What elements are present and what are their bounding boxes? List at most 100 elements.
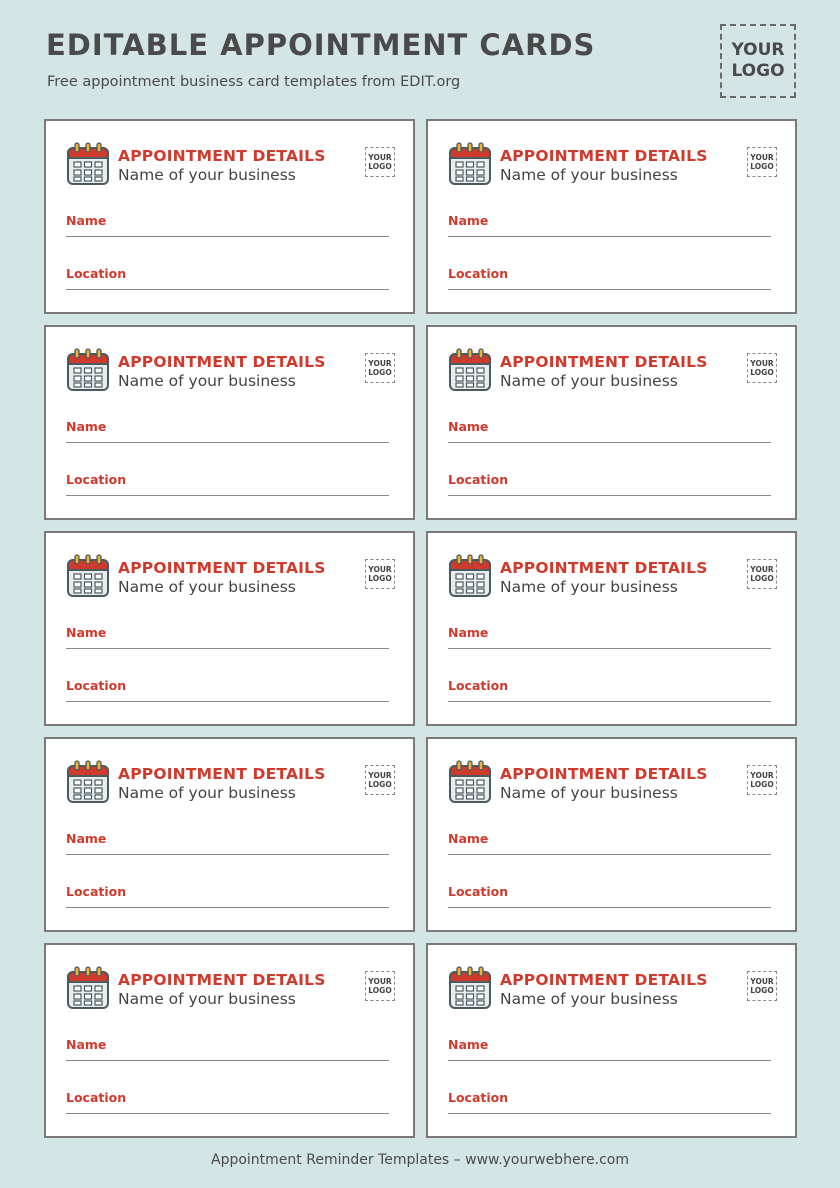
card-business-name[interactable]: Name of your business [118,166,296,184]
card-logo-line1: YOUR [368,977,392,986]
name-label: Name [448,1037,489,1052]
location-label: Location [66,678,127,693]
name-label: Name [66,625,107,640]
card-logo-line1: YOUR [750,153,774,162]
card-logo-placeholder[interactable]: YOUR LOGO [365,559,395,589]
card-business-name[interactable]: Name of your business [118,372,296,390]
name-label: Name [66,213,107,228]
card-heading: Appointment Details [118,559,326,577]
name-line[interactable] [66,854,389,855]
appointment-card[interactable]: Appointment Details Name of your busines… [426,943,797,1138]
location-label: Location [66,1090,127,1105]
location-label: Location [66,472,127,487]
appointment-card[interactable]: Appointment Details Name of your busines… [426,531,797,726]
card-business-name[interactable]: Name of your business [500,784,678,802]
card-logo-line1: YOUR [368,153,392,162]
card-logo-placeholder[interactable]: YOUR LOGO [747,971,777,1001]
name-label: Name [66,831,107,846]
calendar-icon [449,348,491,391]
card-business-name[interactable]: Name of your business [500,372,678,390]
name-line[interactable] [448,442,771,443]
calendar-icon [449,760,491,803]
card-logo-placeholder[interactable]: YOUR LOGO [747,147,777,177]
page-footer: Appointment Reminder Templates – www.you… [211,1152,629,1168]
page-logo-placeholder[interactable]: YOUR LOGO [720,24,796,98]
card-logo-line1: YOUR [368,565,392,574]
name-line[interactable] [448,648,771,649]
location-line[interactable] [66,289,389,290]
appointment-card[interactable]: Appointment Details Name of your busines… [44,531,415,726]
appointment-card[interactable]: Appointment Details Name of your busines… [426,119,797,314]
card-heading: Appointment Details [500,559,708,577]
card-business-name[interactable]: Name of your business [500,578,678,596]
location-label: Location [66,884,127,899]
appointment-card[interactable]: Appointment Details Name of your busines… [426,325,797,520]
card-logo-line2: LOGO [368,162,392,171]
card-heading: Appointment Details [118,147,326,165]
card-logo-line2: LOGO [750,780,774,789]
calendar-icon [67,554,109,597]
location-line[interactable] [66,907,389,908]
location-line[interactable] [66,495,389,496]
name-line[interactable] [66,648,389,649]
name-line[interactable] [66,236,389,237]
name-line[interactable] [66,1060,389,1061]
location-label: Location [448,472,509,487]
card-logo-placeholder[interactable]: YOUR LOGO [365,353,395,383]
calendar-icon [67,142,109,185]
name-label: Name [66,1037,107,1052]
location-line[interactable] [66,701,389,702]
card-logo-line1: YOUR [750,565,774,574]
name-label: Name [448,419,489,434]
card-logo-line2: LOGO [750,368,774,377]
card-business-name[interactable]: Name of your business [500,166,678,184]
appointment-card[interactable]: Appointment Details Name of your busines… [426,737,797,932]
card-logo-line2: LOGO [750,162,774,171]
card-logo-line1: YOUR [750,359,774,368]
card-logo-line2: LOGO [750,574,774,583]
calendar-icon [67,760,109,803]
card-grid: Appointment Details Name of your busines… [44,119,797,1138]
location-line[interactable] [448,1113,771,1114]
card-heading: Appointment Details [118,765,326,783]
name-label: Name [66,419,107,434]
appointment-card[interactable]: Appointment Details Name of your busines… [44,943,415,1138]
card-logo-line2: LOGO [368,368,392,377]
card-heading: Appointment Details [500,147,708,165]
appointment-card[interactable]: Appointment Details Name of your busines… [44,119,415,314]
appointment-card[interactable]: Appointment Details Name of your busines… [44,325,415,520]
name-line[interactable] [66,442,389,443]
calendar-icon [449,142,491,185]
card-heading: Appointment Details [500,353,708,371]
name-line[interactable] [448,236,771,237]
card-business-name[interactable]: Name of your business [118,578,296,596]
location-line[interactable] [448,495,771,496]
card-logo-line2: LOGO [750,986,774,995]
appointment-card[interactable]: Appointment Details Name of your busines… [44,737,415,932]
name-label: Name [448,625,489,640]
name-line[interactable] [448,1060,771,1061]
card-logo-placeholder[interactable]: YOUR LOGO [747,353,777,383]
calendar-icon [67,966,109,1009]
card-logo-placeholder[interactable]: YOUR LOGO [365,147,395,177]
card-logo-placeholder[interactable]: YOUR LOGO [747,765,777,795]
card-logo-line1: YOUR [750,977,774,986]
location-line[interactable] [66,1113,389,1114]
location-line[interactable] [448,701,771,702]
location-label: Location [448,266,509,281]
name-line[interactable] [448,854,771,855]
calendar-icon [449,554,491,597]
card-business-name[interactable]: Name of your business [500,990,678,1008]
card-heading: Appointment Details [118,353,326,371]
card-logo-placeholder[interactable]: YOUR LOGO [365,765,395,795]
location-line[interactable] [448,907,771,908]
card-logo-placeholder[interactable]: YOUR LOGO [747,559,777,589]
location-line[interactable] [448,289,771,290]
card-heading: Appointment Details [500,765,708,783]
calendar-icon [67,348,109,391]
card-business-name[interactable]: Name of your business [118,784,296,802]
card-heading: Appointment Details [500,971,708,989]
card-business-name[interactable]: Name of your business [118,990,296,1008]
name-label: Name [448,213,489,228]
card-logo-placeholder[interactable]: YOUR LOGO [365,971,395,1001]
